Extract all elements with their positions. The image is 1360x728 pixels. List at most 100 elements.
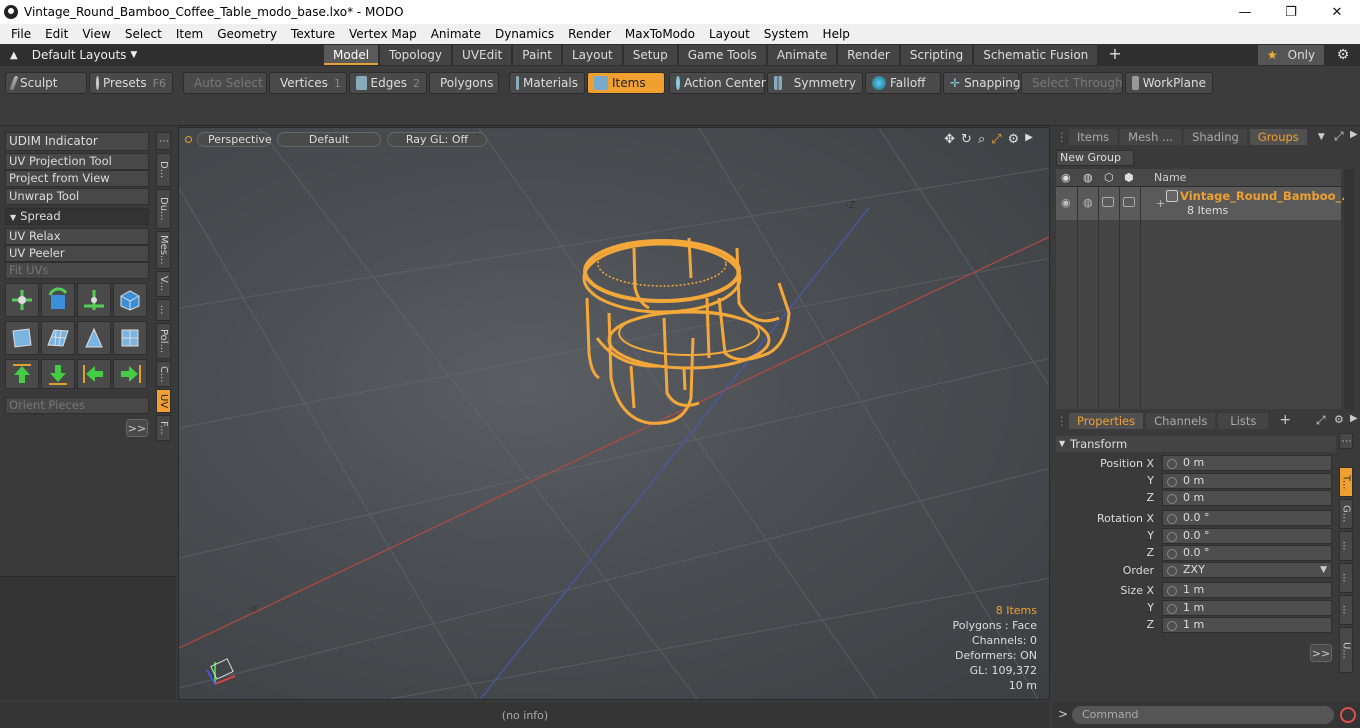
menu-item[interactable]: Item	[169, 27, 210, 41]
size-x-field[interactable]: 1 m	[1162, 582, 1332, 598]
menu-layout[interactable]: Layout	[702, 27, 757, 41]
items-button[interactable]: Items	[587, 72, 665, 94]
uv-projection-tool-button[interactable]: UV Projection Tool	[5, 153, 149, 170]
maximize-button[interactable]: ❐	[1268, 0, 1314, 24]
menu-select[interactable]: Select	[118, 27, 169, 41]
menu-system[interactable]: System	[757, 27, 816, 41]
tab-render[interactable]: Render	[838, 45, 899, 65]
shading-mode-button[interactable]: Default	[277, 132, 381, 147]
menu-maxtomodo[interactable]: MaxToModo	[618, 27, 702, 41]
tab-uvedit[interactable]: UVEdit	[453, 45, 512, 65]
transform-section-header[interactable]: ▼ Transform	[1056, 436, 1336, 452]
vtab-uv[interactable]: UV	[156, 389, 171, 413]
rotation-y-field[interactable]: 0.0 °	[1162, 528, 1332, 544]
tab-setup[interactable]: Setup	[623, 45, 677, 65]
viewport-settings-icon[interactable]: ⚙	[1008, 132, 1020, 147]
expand-tools-button[interactable]: >>	[126, 419, 148, 437]
tab-layout[interactable]: Layout	[562, 45, 622, 65]
pan-icon[interactable]: ✥	[944, 132, 955, 147]
tab-game-tools[interactable]: Game Tools	[678, 45, 766, 65]
expand-panel-icon[interactable]: ⤢	[1334, 129, 1344, 144]
select-column-icon[interactable]: ⬢	[1124, 171, 1134, 184]
coffee-table-mesh[interactable]	[582, 237, 791, 425]
uv-rotate-icon[interactable]	[41, 283, 75, 317]
visibility-eye-icon[interactable]: ◉	[1061, 196, 1071, 209]
tab-topology[interactable]: Topology	[380, 45, 452, 65]
viewport-more-icon[interactable]: ▶	[1025, 132, 1033, 147]
size-z-field[interactable]: 1 m	[1162, 617, 1332, 633]
viewport-menu-icon[interactable]	[185, 136, 192, 143]
tab-mesh[interactable]: Mesh ...	[1120, 129, 1182, 145]
menu-animate[interactable]: Animate	[424, 27, 488, 41]
menu-render[interactable]: Render	[561, 27, 618, 41]
expand-properties-button[interactable]: >>	[1310, 644, 1332, 662]
properties-vtab-dots[interactable]: ⋮	[1339, 433, 1353, 449]
uv-pyramid-icon[interactable]	[77, 321, 111, 355]
tabs-dropdown-icon[interactable]: ▼	[1310, 129, 1333, 145]
default-layouts-dropdown[interactable]: ▲ Default Layouts ▼	[0, 48, 180, 62]
render-column-icon[interactable]: ◍	[1083, 171, 1093, 184]
position-y-field[interactable]: 0 m	[1162, 473, 1332, 489]
tab-animate[interactable]: Animate	[767, 45, 837, 65]
spread-section[interactable]: ▼ Spread	[5, 208, 149, 225]
uv-move-icon[interactable]	[5, 283, 39, 317]
vtab-d[interactable]: D...	[156, 153, 171, 187]
minimize-button[interactable]: —	[1222, 0, 1268, 24]
uv-relax-button[interactable]: UV Relax	[5, 228, 149, 245]
select-toggle-icon[interactable]	[1123, 197, 1135, 207]
vtab-pol[interactable]: Pol...	[156, 323, 171, 359]
expand-group-icon[interactable]: +	[1156, 197, 1165, 210]
select-through-button[interactable]: Select Through	[1021, 72, 1123, 94]
properties-vtab-5[interactable]: ...	[1339, 595, 1353, 625]
sculpt-button[interactable]: Sculpt	[5, 72, 87, 94]
command-input[interactable]: Command	[1072, 706, 1334, 724]
vtab-f[interactable]: F...	[156, 415, 171, 441]
menu-geometry[interactable]: Geometry	[210, 27, 284, 41]
project-from-view-button[interactable]: Project from View	[5, 170, 149, 187]
close-button[interactable]: ✕	[1314, 0, 1360, 24]
menu-file[interactable]: File	[4, 27, 38, 41]
add-tab-icon[interactable]: +	[1099, 45, 1130, 65]
polygons-button[interactable]: Polygons	[429, 72, 499, 94]
tab-schematic-fusion[interactable]: Schematic Fusion	[974, 45, 1098, 65]
position-x-field[interactable]: 0 m	[1162, 455, 1332, 471]
groups-scrollbar[interactable]	[1344, 169, 1354, 409]
zoom-icon[interactable]: ⌕	[978, 132, 985, 147]
order-select[interactable]: ZXY	[1162, 562, 1332, 578]
falloff-button[interactable]: Falloff	[865, 72, 941, 94]
vtab-c[interactable]: C...	[156, 361, 171, 387]
vtab-dots-2[interactable]: ...	[156, 299, 171, 321]
uv-grid-icon[interactable]	[41, 321, 75, 355]
vtab-dots-1[interactable]: ⋮	[156, 132, 171, 150]
group-name[interactable]: Vintage_Round_Bamboo_...	[1180, 189, 1354, 203]
view-type-button[interactable]: Perspective	[197, 132, 272, 147]
tab-model[interactable]: Model	[324, 45, 379, 65]
menu-dynamics[interactable]: Dynamics	[488, 27, 561, 41]
uv-peeler-button[interactable]: UV Peeler	[5, 245, 149, 262]
vertices-button[interactable]: Vertices 1	[269, 72, 347, 94]
menu-texture[interactable]: Texture	[284, 27, 342, 41]
align-left-icon[interactable]	[77, 359, 111, 389]
fit-uvs-button[interactable]: Fit UVs	[5, 262, 149, 279]
uv-box-icon[interactable]	[113, 283, 147, 317]
new-group-button[interactable]: New Group	[1056, 150, 1134, 166]
align-down-icon[interactable]	[41, 359, 75, 389]
only-toggle[interactable]: ★ Only	[1258, 45, 1324, 65]
lock-column-icon[interactable]: ⬡	[1104, 171, 1114, 184]
properties-vtab-u[interactable]: U...	[1339, 627, 1353, 673]
presets-button[interactable]: Presets F6	[89, 72, 173, 94]
maximize-viewport-icon[interactable]: ⤢	[991, 132, 1001, 147]
auto-select-button[interactable]: Auto Select	[183, 72, 267, 94]
menu-help[interactable]: Help	[816, 27, 857, 41]
menu-edit[interactable]: Edit	[38, 27, 75, 41]
menu-view[interactable]: View	[75, 27, 117, 41]
tab-properties[interactable]: Properties	[1069, 413, 1144, 429]
vtab-du[interactable]: Du...	[156, 189, 171, 229]
uv-sphere-map-icon[interactable]	[5, 321, 39, 355]
name-column-header[interactable]: Name	[1154, 171, 1186, 184]
tab-shading[interactable]: Shading	[1184, 129, 1247, 145]
action-center-button[interactable]: Action Center	[669, 72, 766, 94]
tab-channels[interactable]: Channels	[1146, 413, 1216, 429]
properties-vtab-t[interactable]: T...	[1339, 467, 1353, 497]
tab-groups[interactable]: Groups	[1249, 129, 1307, 145]
